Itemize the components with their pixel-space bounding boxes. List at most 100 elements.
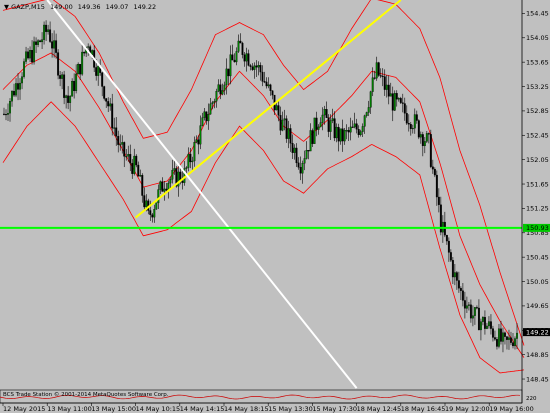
candle-down — [333, 118, 336, 139]
candle-down — [289, 128, 292, 144]
candle-up — [171, 170, 174, 180]
candle-up — [419, 134, 422, 138]
current-price-box: 149.22 — [523, 328, 550, 336]
candle-up — [253, 65, 256, 70]
candle-up — [367, 107, 370, 113]
candle-up — [87, 46, 90, 48]
time-tick-label: 18 May 16:45 — [401, 405, 446, 413]
candle-up — [397, 98, 400, 100]
candle-up — [187, 153, 190, 168]
candle-down — [399, 98, 402, 103]
candle-down — [141, 175, 144, 196]
candle-down — [427, 133, 430, 135]
candle-down — [55, 40, 58, 53]
candle-up — [213, 101, 216, 103]
candle-up — [191, 160, 194, 163]
candle-down — [451, 260, 454, 278]
candle-down — [151, 214, 154, 218]
candle-up — [267, 84, 270, 87]
price-tick-label: 151.65 — [526, 180, 549, 188]
candle-up — [193, 142, 196, 162]
candle-down — [107, 101, 110, 107]
candle-down — [149, 210, 152, 215]
time-tick-label: 15 May 17:30 — [312, 405, 357, 413]
candle-up — [371, 77, 374, 92]
candle-down — [63, 74, 66, 98]
current-price-label: 149.22 — [526, 328, 549, 336]
time-tick-label: 14 May 10:15 — [136, 405, 181, 413]
low-value: 149.07 — [106, 3, 129, 11]
candle-up — [71, 80, 74, 97]
candle-down — [387, 84, 390, 97]
price-tick-label: 151.25 — [526, 205, 549, 213]
plot-area[interactable] — [0, 0, 522, 390]
time-tick-label: 18 May 12:45 — [357, 405, 402, 413]
candle-down — [395, 93, 398, 100]
candle-up — [329, 120, 332, 132]
candle-down — [35, 41, 38, 45]
candle-up — [15, 83, 17, 96]
candle-up — [173, 168, 176, 171]
candle-up — [225, 68, 228, 86]
candle-down — [496, 339, 498, 347]
candle-down — [429, 134, 432, 167]
candle-down — [13, 90, 15, 96]
candle-up — [133, 155, 136, 174]
candle-up — [485, 325, 488, 329]
candle-up — [207, 114, 210, 122]
candle-up — [139, 175, 142, 177]
price-tick-label: 154.05 — [526, 34, 549, 42]
candle-up — [502, 332, 504, 342]
candle-down — [233, 59, 236, 63]
candle-up — [323, 109, 326, 116]
candle-down — [449, 252, 452, 261]
candle-down — [315, 117, 318, 130]
candle-up — [413, 114, 416, 129]
candle-up — [508, 337, 510, 340]
candle-up — [487, 321, 490, 327]
candle-down — [492, 328, 494, 338]
price-tick-label: 148.45 — [526, 375, 549, 383]
candle-up — [473, 307, 476, 316]
candle-down — [57, 52, 60, 76]
candle-down — [79, 64, 82, 75]
candle-up — [467, 304, 470, 306]
candle-down — [299, 167, 302, 174]
candle-down — [285, 118, 288, 139]
time-axis: 12 May 2015 13 May 11:00 13 May 15:00 14 Ma… — [2, 403, 534, 413]
time-tick-label: 14 May 18:15 — [224, 405, 269, 413]
candle-down — [277, 105, 280, 116]
price-tick-label: 152.85 — [526, 107, 549, 115]
price-tick-label: 153.65 — [526, 58, 549, 66]
symbol-label: GAZP,M15 — [11, 3, 45, 11]
candle-up — [33, 41, 36, 63]
candle-up — [91, 50, 94, 55]
candle-down — [461, 290, 464, 301]
candle-down — [510, 337, 512, 343]
candle-down — [101, 72, 104, 87]
candle-down — [265, 81, 268, 87]
candle-up — [481, 317, 484, 322]
candle-up — [223, 84, 226, 91]
candle-up — [293, 147, 296, 153]
candle-up — [157, 189, 160, 204]
candle-up — [163, 188, 166, 192]
open-value: 149.00 — [50, 3, 73, 11]
candle-down — [494, 337, 496, 340]
candle-down — [512, 342, 514, 347]
candle-down — [469, 304, 472, 319]
candle-down — [27, 51, 29, 59]
candle-down — [115, 127, 118, 137]
candle-down — [103, 86, 106, 99]
candle-up — [375, 62, 378, 79]
candle-down — [437, 196, 440, 205]
candle-down — [31, 50, 34, 63]
candle-up — [423, 141, 426, 147]
candle-up — [201, 117, 204, 126]
candle-up — [453, 272, 456, 278]
candle-up — [281, 119, 284, 131]
candle-down — [445, 234, 448, 242]
candle-up — [119, 144, 122, 146]
price-chart[interactable]: ▼ GAZP,M15 149.00 149.36 149.07 149.22 B… — [0, 0, 550, 413]
candle-down — [311, 130, 314, 144]
